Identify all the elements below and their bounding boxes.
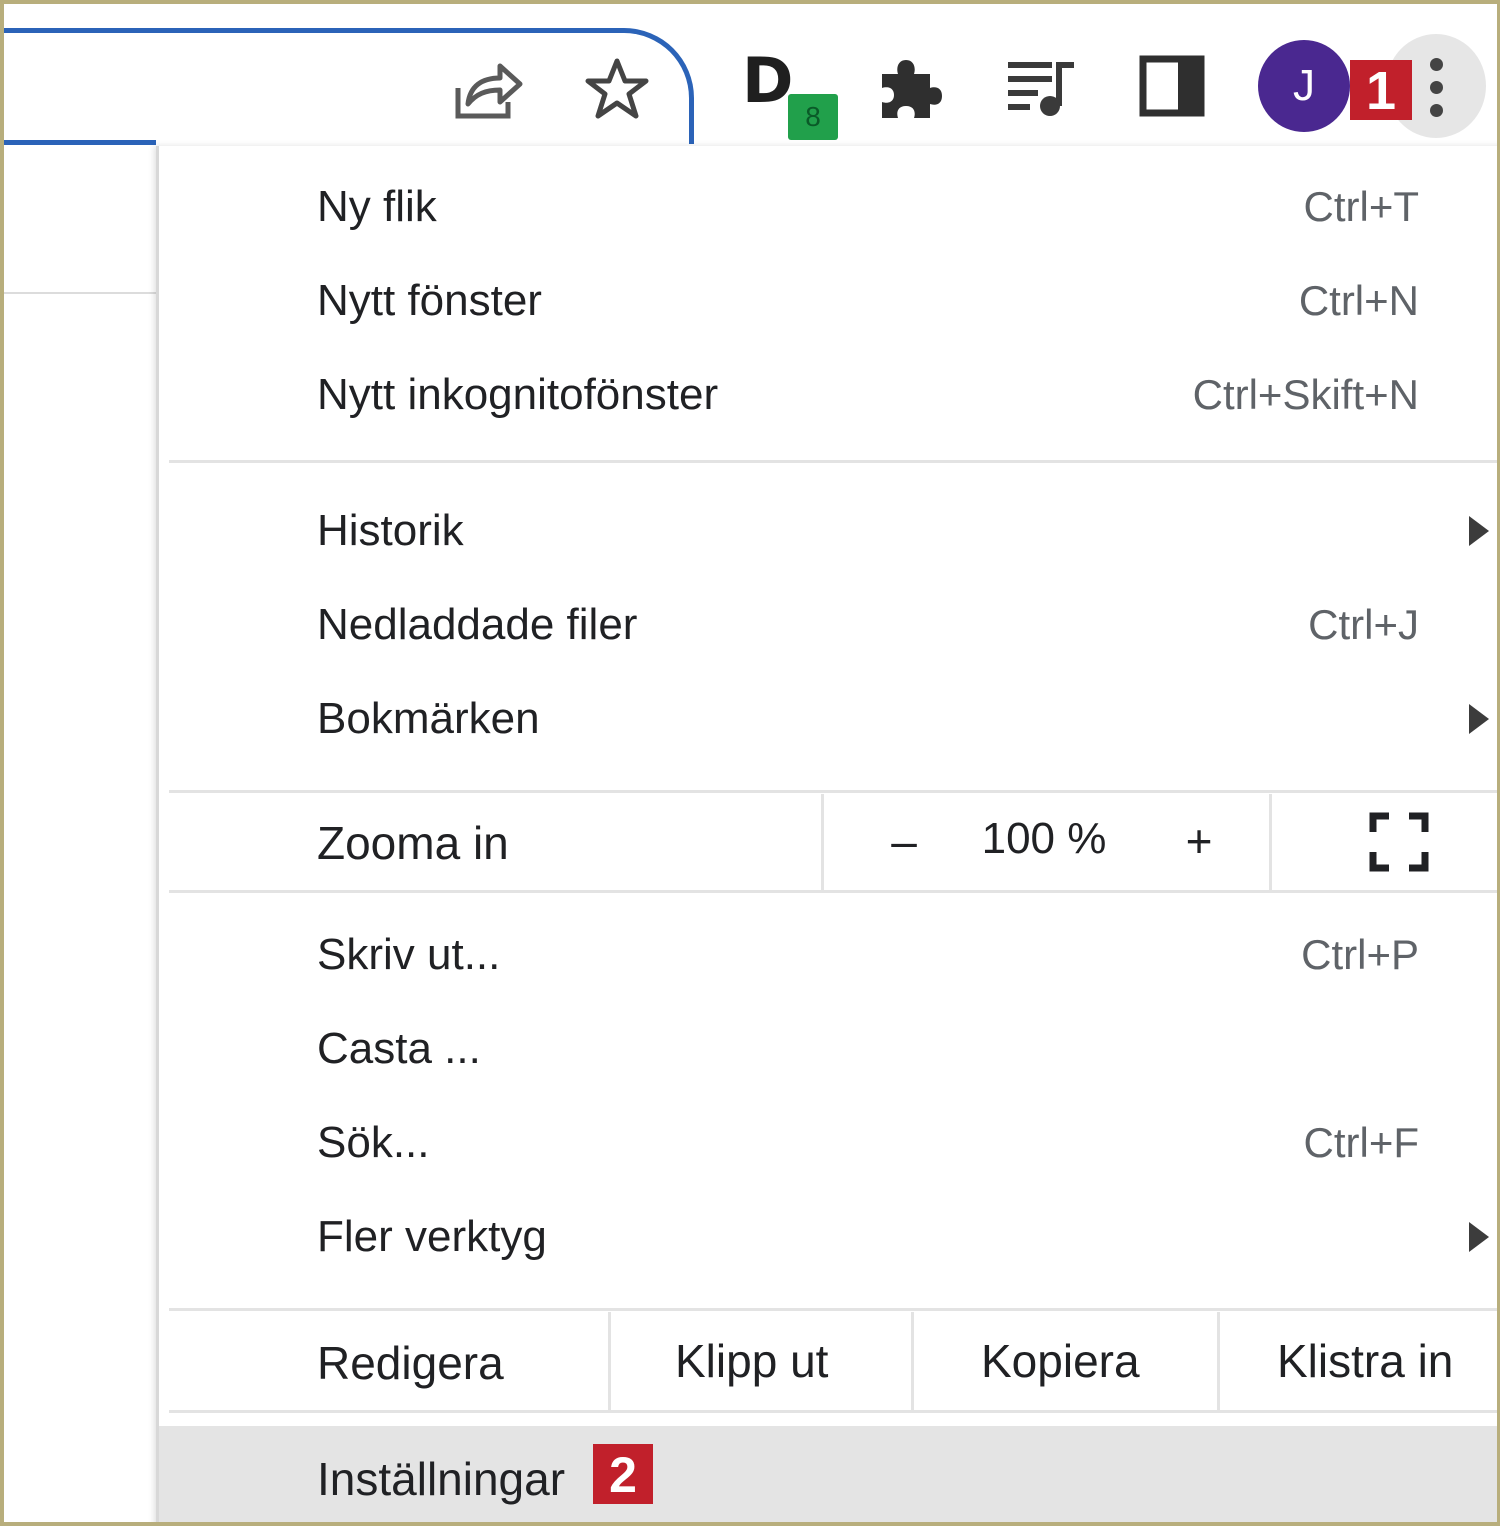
extension-d-icon[interactable]: D 8 [734, 50, 844, 146]
extensions-puzzle-icon[interactable] [874, 52, 948, 124]
menu-item-cast[interactable]: Casta ... [159, 1002, 1497, 1096]
extension-d-letter: D [742, 44, 794, 117]
edit-divider [911, 1312, 914, 1410]
three-dots-vertical-icon [1430, 58, 1444, 118]
menu-item-print[interactable]: Skriv ut... Ctrl+P [159, 908, 1497, 1002]
menu-item-history[interactable]: Historik [159, 484, 1497, 578]
menu-item-shortcut: Ctrl+P [1301, 931, 1419, 978]
browser-window: D 8 J 1 Ny flik Ctrl+T Nytt fönster Ctrl… [0, 0, 1500, 1526]
menu-separator [169, 1308, 1497, 1311]
submenu-arrow-icon [1469, 1222, 1489, 1252]
menu-item-label: Casta ... [317, 1024, 481, 1073]
menu-separator [169, 1410, 1497, 1413]
menu-item-shortcut: Ctrl+N [1298, 277, 1419, 324]
cut-button[interactable]: Klipp ut [675, 1334, 828, 1388]
menu-separator [169, 790, 1497, 793]
menu-item-label: Nedladdade filer [317, 600, 638, 649]
chrome-main-menu: Ny flik Ctrl+T Nytt fönster Ctrl+N Nytt … [156, 146, 1497, 1522]
menu-item-shortcut: Ctrl+F [1303, 1119, 1420, 1166]
zoom-divider [821, 794, 824, 892]
menu-item-label: Fler verktyg [317, 1212, 547, 1261]
zoom-level: 100 % [981, 814, 1107, 863]
zoom-in-button[interactable]: + [1169, 806, 1229, 876]
menu-item-settings[interactable]: Inställningar 2 [159, 1426, 1497, 1522]
edit-label: Redigera [317, 1337, 504, 1389]
edit-divider [1217, 1312, 1220, 1410]
menu-item-label: Historik [317, 506, 464, 555]
media-playlist-icon[interactable] [1004, 54, 1078, 120]
menu-item-bookmarks[interactable]: Bokmärken [159, 672, 1497, 766]
menu-item-new-window[interactable]: Nytt fönster Ctrl+N [159, 254, 1497, 348]
menu-separator [169, 890, 1497, 893]
menu-item-label: Inställningar [317, 1453, 566, 1505]
menu-item-label: Nytt inkognitofönster [317, 370, 719, 419]
menu-item-label: Bokmärken [317, 694, 540, 743]
page-divider [4, 292, 156, 294]
menu-item-shortcut: Ctrl+T [1303, 183, 1420, 230]
step-2-badge: 2 [593, 1444, 653, 1504]
zoom-divider [1269, 794, 1272, 892]
step-1-badge: 1 [1350, 60, 1412, 121]
submenu-arrow-icon [1469, 516, 1489, 546]
side-panel-icon[interactable] [1138, 54, 1206, 118]
menu-separator [169, 460, 1497, 463]
edit-divider [608, 1312, 611, 1410]
menu-item-more-tools[interactable]: Fler verktyg [159, 1190, 1497, 1284]
menu-item-shortcut: Ctrl+J [1308, 601, 1419, 648]
submenu-arrow-icon [1469, 704, 1489, 734]
menu-item-shortcut: Ctrl+Skift+N [1192, 371, 1419, 418]
menu-item-label: Sök... [317, 1118, 430, 1167]
bookmark-star-icon[interactable] [584, 56, 650, 122]
zoom-out-button[interactable]: – [874, 806, 934, 876]
zoom-row: Zooma in – 100 % + [159, 794, 1497, 892]
menu-item-new-incognito-window[interactable]: Nytt inkognitofönster Ctrl+Skift+N [159, 348, 1497, 442]
browser-toolbar: D 8 J 1 [4, 4, 1497, 146]
copy-button[interactable]: Kopiera [981, 1334, 1140, 1388]
edit-row: Redigera Klipp ut Kopiera Klistra in [159, 1312, 1497, 1410]
menu-item-new-tab[interactable]: Ny flik Ctrl+T [159, 160, 1497, 254]
paste-button[interactable]: Klistra in [1277, 1334, 1453, 1388]
zoom-label: Zooma in [317, 817, 509, 869]
menu-item-downloads[interactable]: Nedladdade filer Ctrl+J [159, 578, 1497, 672]
menu-item-label: Skriv ut... [317, 930, 501, 979]
menu-item-label: Nytt fönster [317, 276, 542, 325]
menu-item-find[interactable]: Sök... Ctrl+F [159, 1096, 1497, 1190]
extension-count-badge: 8 [788, 94, 838, 140]
profile-avatar[interactable]: J [1258, 40, 1350, 132]
share-icon[interactable] [452, 58, 524, 122]
menu-item-label: Ny flik [317, 182, 437, 231]
address-bar-focus-underline [4, 140, 156, 145]
fullscreen-icon[interactable] [1369, 812, 1429, 872]
